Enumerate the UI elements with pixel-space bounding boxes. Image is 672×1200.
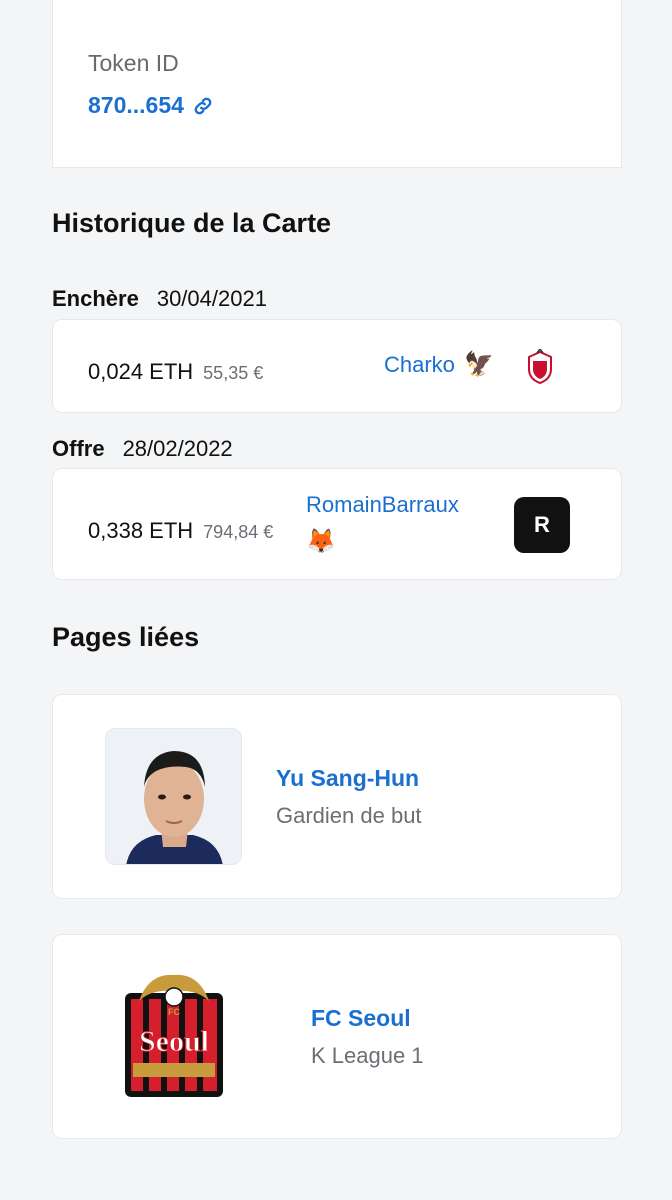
linked-page-name[interactable]: FC Seoul [311,1005,411,1032]
history-entry-header: Offre 28/02/2022 [52,436,233,462]
player-photo [105,728,242,865]
history-entry-card[interactable]: 0,338 ETH 794,84 € RomainBarraux 🦊 R [52,468,622,580]
price-fiat: 794,84 € [203,522,274,542]
token-id-value: 870...654 [88,92,184,118]
user-avatar[interactable]: R [514,497,570,553]
history-kind: Offre [52,436,105,461]
linked-page-name[interactable]: Yu Sang-Hun [276,765,419,792]
history-title: Historique de la Carte [52,208,332,238]
linked-page-subtitle: K League 1 [311,1043,424,1068]
history-date: 28/02/2022 [122,436,233,461]
link-icon [194,97,212,114]
price-eth: 0,338 ETH [88,518,194,543]
user-link-charko[interactable]: Charko [384,352,455,378]
history-price: 0,024 ETH 55,35 € [88,359,263,385]
price-fiat: 55,35 € [203,363,264,383]
history-date: 30/04/2021 [156,286,267,311]
history-price: 0,338 ETH 794,84 € [88,518,273,544]
linked-page-subtitle: Gardien de but [276,803,422,828]
history-kind: Enchère [52,286,139,311]
linked-page-card-player[interactable]: Yu Sang-Hun Gardien de but [52,694,622,899]
seoul-logo-text: Seoul [139,1025,209,1058]
price-eth: 0,024 ETH [88,359,194,384]
linked-pages-title: Pages liées [52,622,200,652]
user-link-romainbarraux[interactable]: RomainBarraux [306,492,459,518]
eagle-icon: 🦅 [464,351,494,378]
fox-icon: 🦊 [306,528,336,555]
history-entry-card[interactable]: 0,024 ETH 55,35 € Charko 🦅 [52,319,622,413]
history-entry-header: Enchère 30/04/2021 [52,286,267,312]
club-crest-icon[interactable] [525,349,555,385]
linked-page-card-club[interactable]: FC Seoul FC Seoul K League 1 [52,934,622,1139]
token-card: Token ID 870...654 [52,0,622,168]
fc-seoul-logo: FC Seoul [125,974,223,1097]
token-id-link[interactable]: 870...654 [88,92,214,119]
token-id-label: Token ID [88,50,179,76]
fc-logo-small-text: FC [168,1007,180,1017]
